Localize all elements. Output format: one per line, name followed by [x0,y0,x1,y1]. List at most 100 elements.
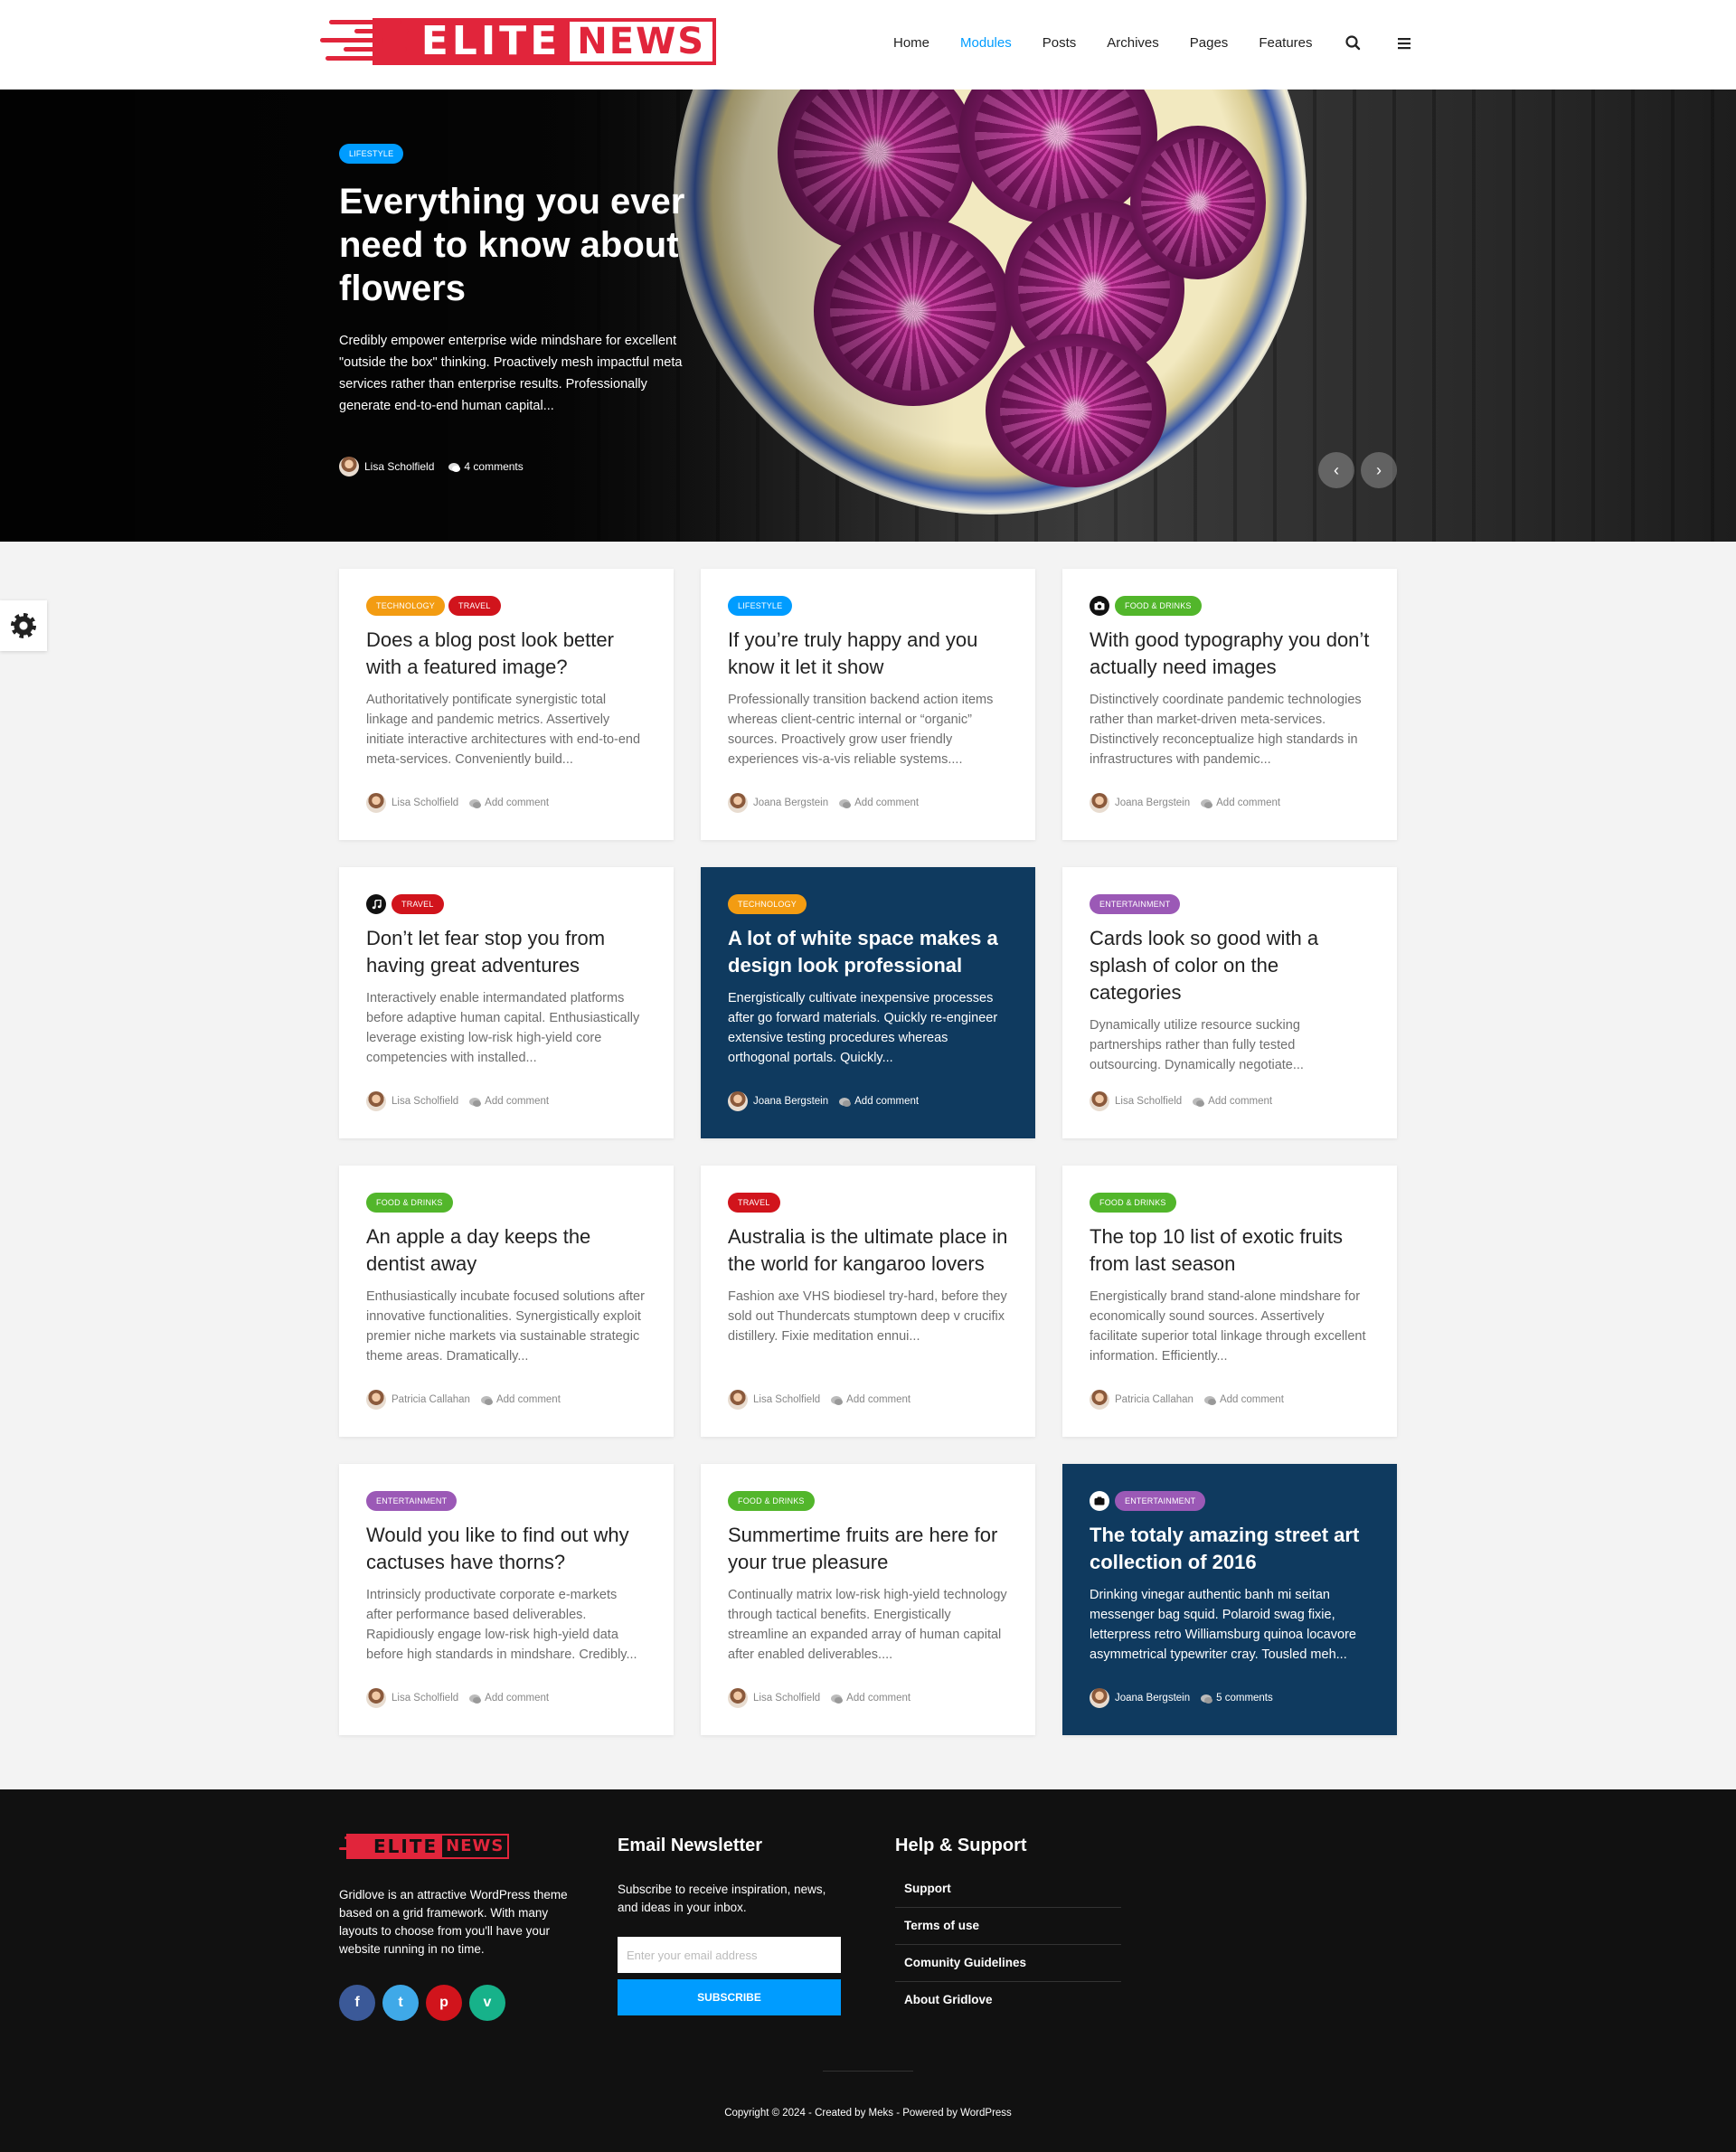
card-excerpt: Dynamically utilize resource sucking par… [1090,1018,1304,1072]
footer-link-support[interactable]: Support [895,1871,1121,1908]
card-meta: Lisa Scholfield Add comment [366,1688,549,1708]
newsletter-email-input[interactable] [618,1937,841,1973]
card-author[interactable]: Lisa Scholfield [1115,1096,1182,1107]
card-author[interactable]: Lisa Scholfield [753,1394,820,1405]
post-card[interactable]: LIFESTYLE If you’re truly happy and you k… [701,569,1035,840]
post-card[interactable]: FOOD & DRINKS The top 10 list of exotic f… [1062,1166,1397,1437]
card-title[interactable]: Australia is the ultimate place in the w… [728,1223,1008,1278]
card-comments[interactable]: Add comment [485,1096,549,1107]
card-title[interactable]: The top 10 list of exotic fruits from la… [1090,1223,1370,1278]
hamburger-menu-icon[interactable] [1394,33,1414,53]
twitter-icon[interactable]: t [382,1985,419,2021]
settings-toggle[interactable] [0,600,47,651]
card-comments[interactable]: Add comment [496,1394,561,1405]
social-links: ftpv [339,1985,513,2021]
category-badge[interactable]: ENTERTAINMENT [366,1491,458,1511]
site-logo[interactable]: ELITE NEWS [320,16,716,67]
post-card[interactable]: FOOD & DRINKS Summertime fruits are here … [701,1464,1035,1735]
vine-icon[interactable]: v [469,1985,505,2021]
card-comments[interactable]: 5 comments [1216,1693,1273,1704]
card-author[interactable]: Patricia Callahan [392,1394,470,1405]
comments-icon [448,462,461,472]
card-author[interactable]: Joana Bergstein [1115,1693,1190,1704]
card-author[interactable]: Lisa Scholfield [392,1096,458,1107]
card-comments[interactable]: Add comment [846,1394,910,1405]
card-title[interactable]: The totaly amazing street art collection… [1090,1522,1370,1576]
post-card[interactable]: TRAVEL Australia is the ultimate place in… [701,1166,1035,1437]
footer-link-terms[interactable]: Terms of use [895,1908,1121,1945]
card-comments[interactable]: Add comment [846,1693,910,1704]
category-badge[interactable]: TECHNOLOGY [366,596,446,616]
footer-logo-word-elite: ELITE [348,1836,443,1857]
category-badge[interactable]: TRAVEL [728,1193,780,1213]
category-badge[interactable]: FOOD & DRINKS [366,1193,453,1213]
card-comments[interactable]: Add comment [485,1693,549,1704]
card-title[interactable]: A lot of white space makes a design look… [728,925,1008,979]
post-card[interactable]: TECHNOLOGY TRAVEL Does a blog post look be… [339,569,674,840]
avatar [366,793,386,813]
post-card[interactable]: ENTERTAINMENT The totaly amazing street a… [1062,1464,1397,1735]
card-excerpt: Professionally transition backend action… [728,693,994,767]
post-card[interactable]: ENTERTAINMENT Cards look so good with a s… [1062,867,1397,1138]
nav-item-posts[interactable]: Posts [1043,33,1077,54]
hero-comments[interactable]: 4 comments [464,460,523,473]
hero-author[interactable]: Lisa Scholfield [364,460,434,473]
nav-item-archives[interactable]: Archives [1107,33,1159,54]
card-author[interactable]: Joana Bergstein [753,1096,828,1107]
search-icon[interactable] [1344,33,1363,53]
card-author[interactable]: Lisa Scholfield [392,1693,458,1704]
category-badge[interactable]: FOOD & DRINKS [1090,1193,1176,1213]
hero-category-badge[interactable]: LIFESTYLE [339,144,404,164]
footer-about-text: Gridlove is an attractive WordPress them… [339,1888,568,1956]
card-excerpt: Authoritatively pontificate synergistic … [366,693,641,767]
card-comments[interactable]: Add comment [1220,1394,1284,1405]
category-badge[interactable]: FOOD & DRINKS [728,1491,815,1511]
logo-wordmark: ELITE NEWS [372,18,716,65]
category-badge[interactable]: TRAVEL [448,596,501,616]
card-author[interactable]: Patricia Callahan [1115,1394,1194,1405]
nav-item-modules[interactable]: Modules [960,33,1012,54]
post-card[interactable]: FOOD & DRINKS An apple a day keeps the de… [339,1166,674,1437]
card-title[interactable]: Cards look so good with a splash of colo… [1090,925,1370,1006]
card-excerpt: Continually matrix low-risk high-yield t… [728,1588,1007,1662]
category-badge[interactable]: LIFESTYLE [728,596,793,616]
card-title[interactable]: If you’re truly happy and you know it le… [728,627,1008,681]
category-badge[interactable]: FOOD & DRINKS [1115,596,1202,616]
card-author[interactable]: Joana Bergstein [753,798,828,808]
card-title[interactable]: Summertime fruits are here for your true… [728,1522,1008,1576]
card-title[interactable]: Don’t let fear stop you from having grea… [366,925,646,979]
slider-next-button[interactable]: › [1361,452,1397,488]
card-meta: Lisa Scholfield Add comment [366,1091,549,1111]
card-title[interactable]: Would you like to find out why cactuses … [366,1522,646,1576]
post-card[interactable]: ENTERTAINMENT Would you like to find out … [339,1464,674,1735]
subscribe-button[interactable]: Subscribe [618,1979,841,2015]
post-card[interactable]: TECHNOLOGY A lot of white space makes a d… [701,867,1035,1138]
category-badge[interactable]: ENTERTAINMENT [1115,1491,1206,1511]
category-badge[interactable]: ENTERTAINMENT [1090,894,1181,914]
card-title[interactable]: Does a blog post look better with a feat… [366,627,646,681]
nav-item-home[interactable]: Home [893,33,929,54]
footer-link-about[interactable]: About Gridlove [895,1982,1121,2019]
hero-title[interactable]: Everything you ever need to know about f… [339,180,773,310]
category-badge[interactable]: TRAVEL [392,894,444,914]
card-author[interactable]: Lisa Scholfield [392,798,458,808]
card-comments[interactable]: Add comment [1216,798,1280,808]
card-comments[interactable]: Add comment [854,1096,919,1107]
card-comments[interactable]: Add comment [485,798,549,808]
card-comments[interactable]: Add comment [854,798,919,808]
category-badge[interactable]: TECHNOLOGY [728,894,807,914]
card-title[interactable]: With good typography you don’t actually … [1090,627,1370,681]
nav-item-pages[interactable]: Pages [1190,33,1229,54]
card-author[interactable]: Joana Bergstein [1115,798,1190,808]
facebook-icon[interactable]: f [339,1985,375,2021]
card-author[interactable]: Lisa Scholfield [753,1693,820,1704]
post-card[interactable]: TRAVEL Don’t let fear stop you from havin… [339,867,674,1138]
pinterest-icon[interactable]: p [426,1985,462,2021]
footer-logo[interactable]: ELITE NEWS [339,1834,531,1859]
slider-prev-button[interactable]: ‹ [1318,452,1354,488]
card-comments[interactable]: Add comment [1208,1096,1272,1107]
post-card[interactable]: FOOD & DRINKS With good typography you do… [1062,569,1397,840]
card-title[interactable]: An apple a day keeps the dentist away [366,1223,646,1278]
nav-item-features[interactable]: Features [1259,33,1312,54]
footer-link-guidelines[interactable]: Comunity Guidelines [895,1945,1121,1982]
